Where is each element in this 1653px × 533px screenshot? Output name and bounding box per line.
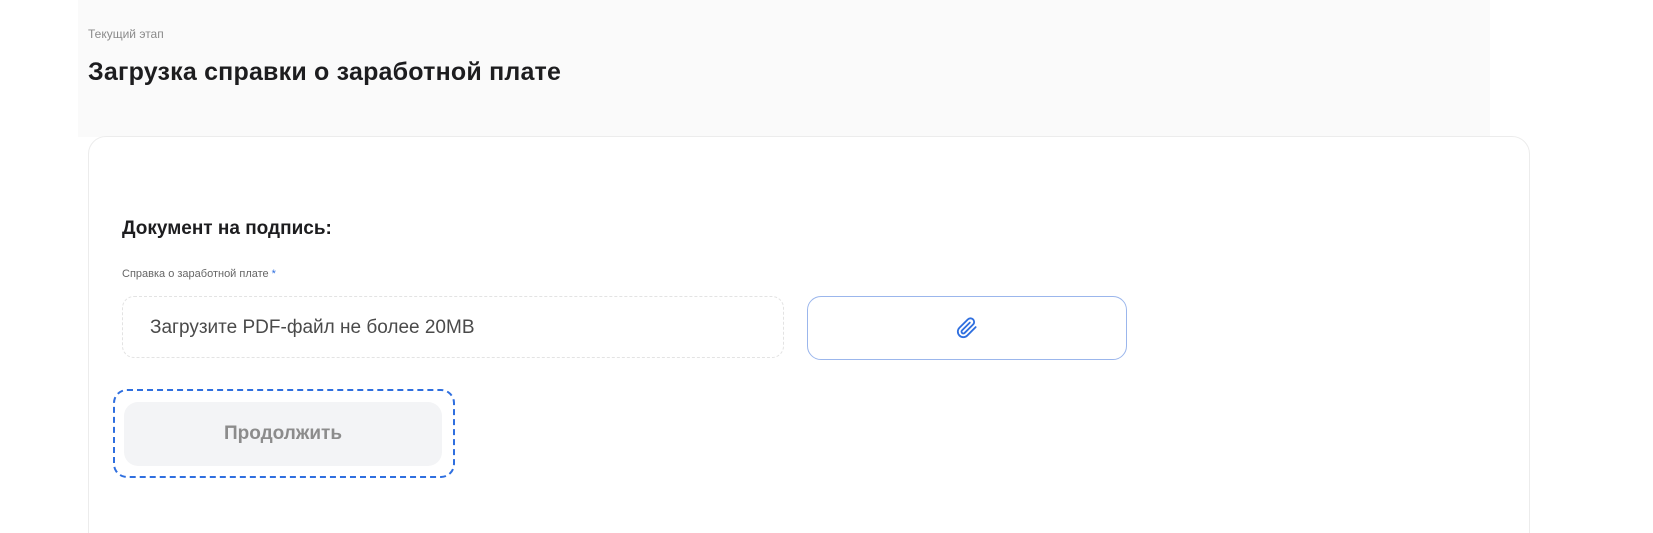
paperclip-icon — [956, 317, 978, 339]
required-mark: * — [271, 268, 276, 280]
field-label-text: Справка о заработной плате — [122, 268, 269, 280]
page-title: Загрузка справки о заработной плате — [88, 58, 562, 86]
section-title: Документ на подпись: — [122, 218, 332, 239]
attach-file-button[interactable] — [807, 296, 1127, 360]
file-upload-field[interactable]: Загрузите PDF-файл не более 20MB — [122, 296, 784, 358]
field-label: Справка о заработной плате * — [122, 268, 276, 280]
continue-button[interactable]: Продолжить — [124, 402, 442, 466]
stage-caption: Текущий этап — [88, 27, 164, 41]
upload-placeholder: Загрузите PDF-файл не более 20MB — [150, 317, 475, 338]
page: Текущий этап Загрузка справки о заработн… — [0, 0, 1653, 533]
